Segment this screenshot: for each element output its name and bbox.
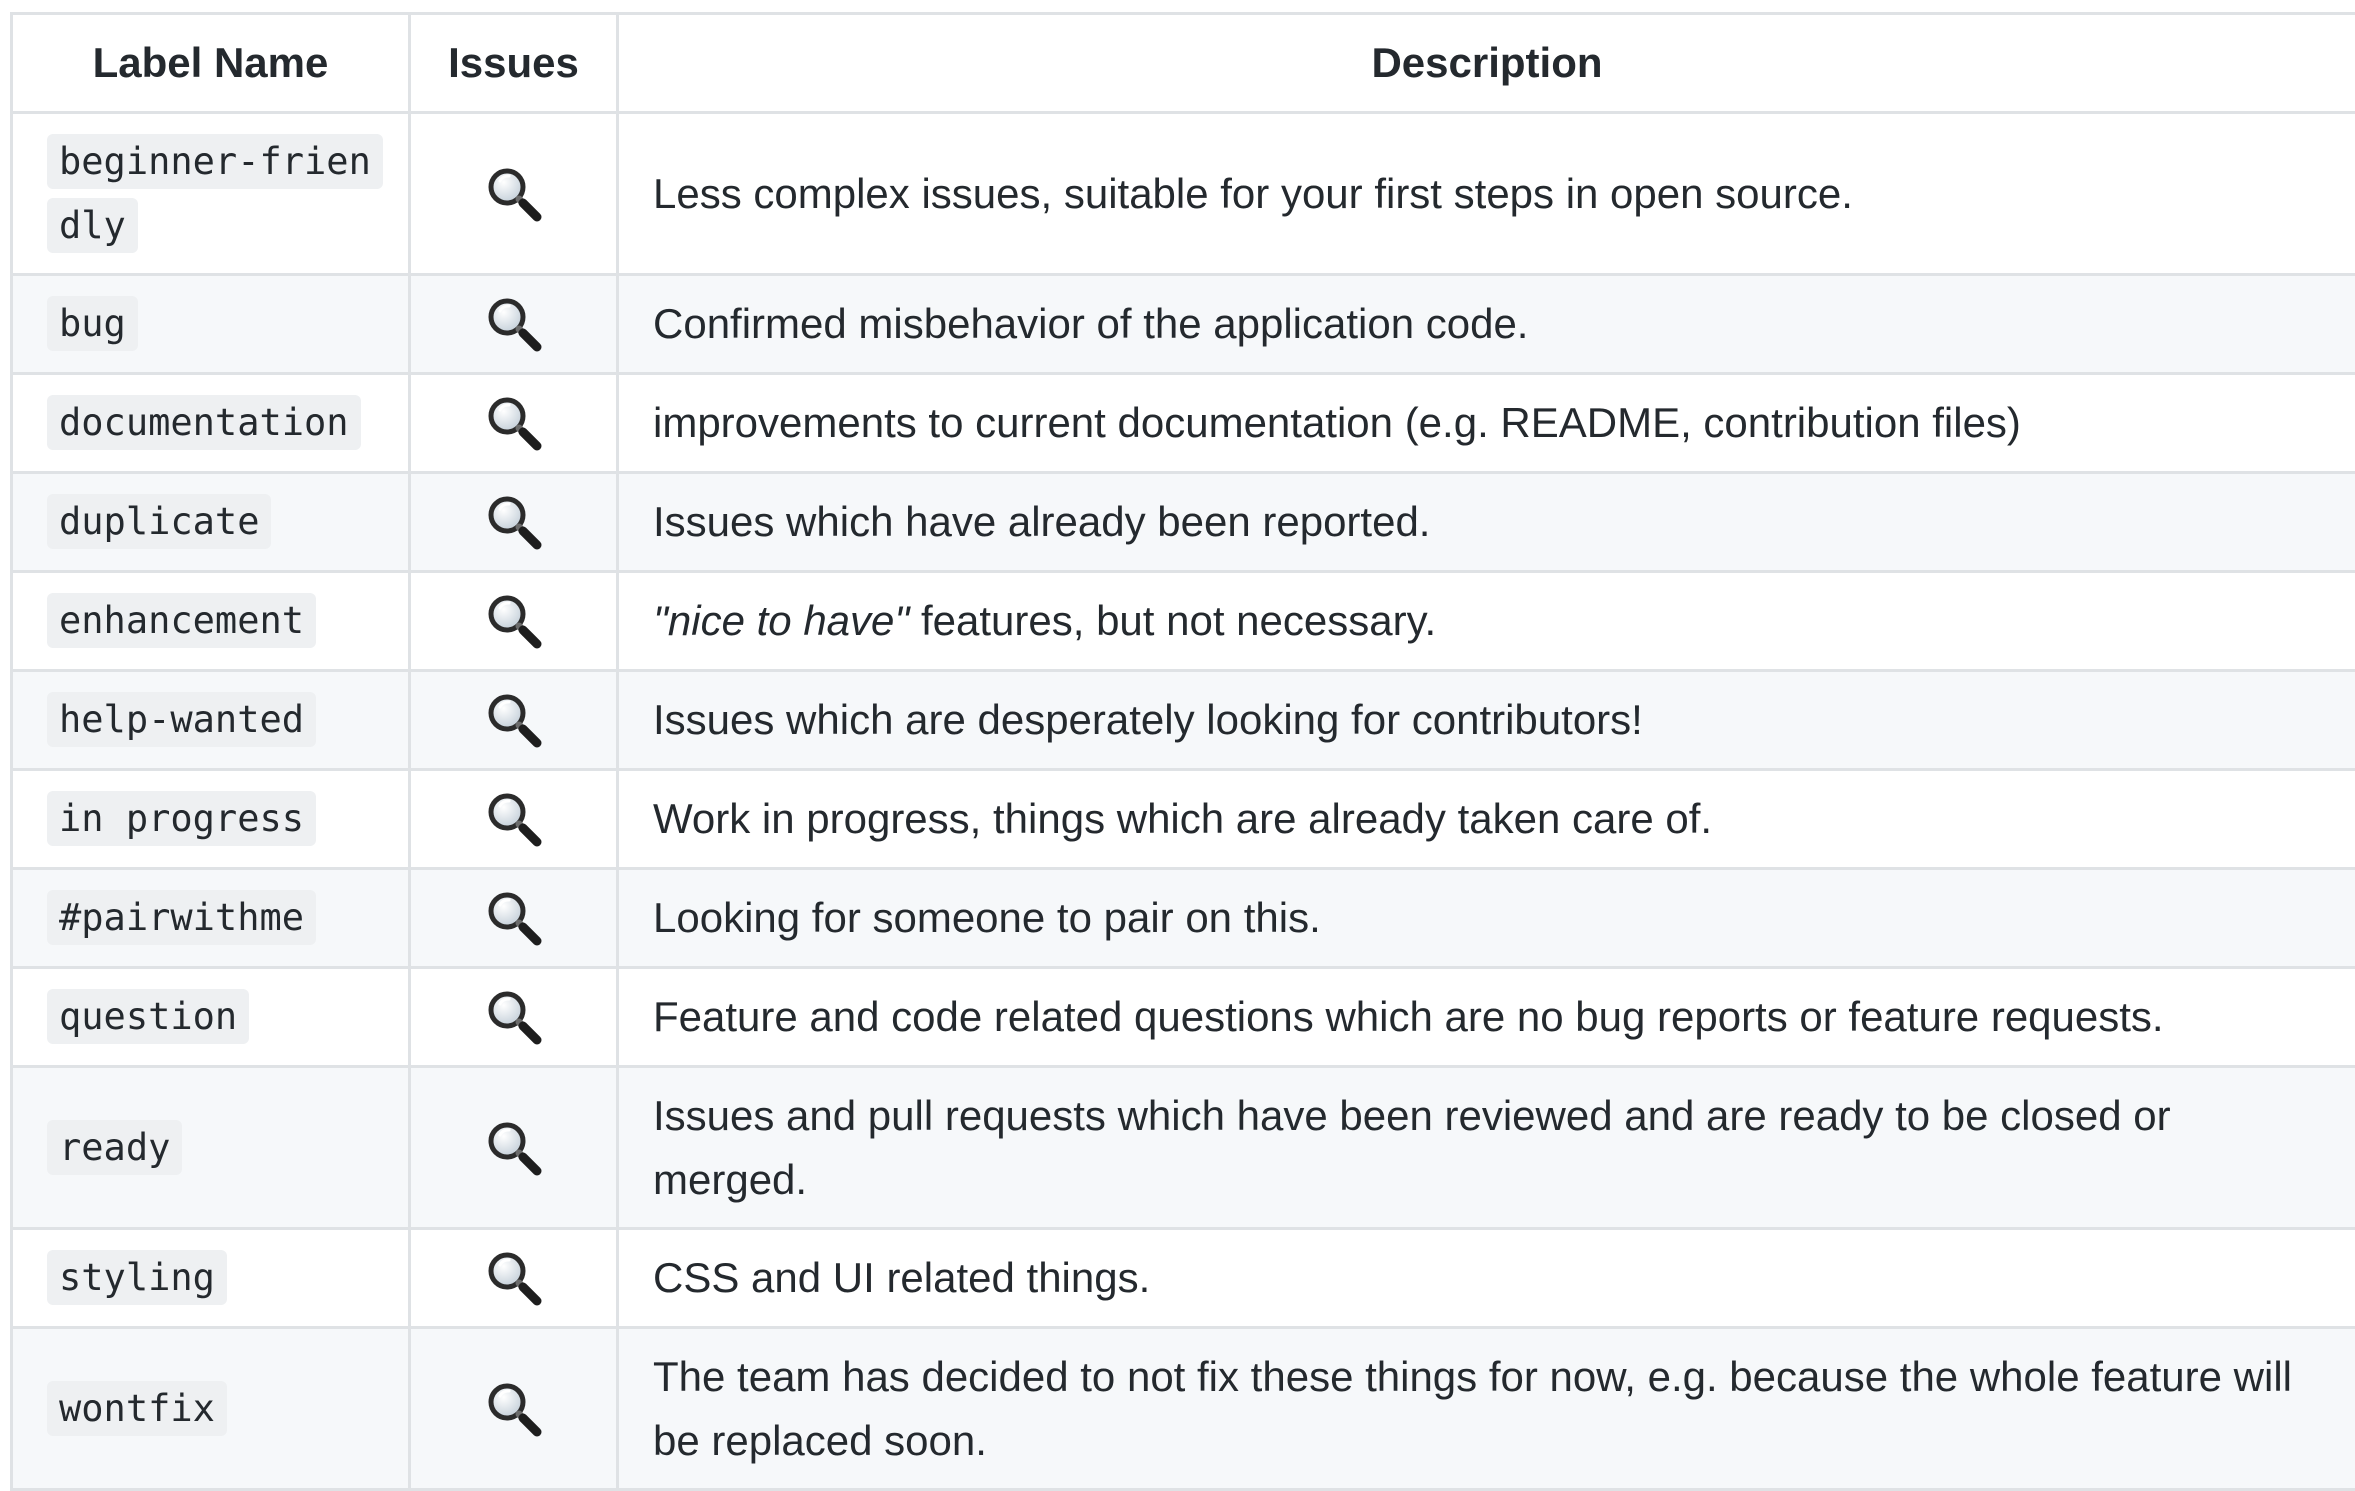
description-text: Work in progress, things which are alrea…	[653, 795, 1712, 842]
description-text: Looking for someone to pair on this.	[653, 894, 1321, 941]
table-row: duplicate Issues which have already been…	[12, 473, 2355, 572]
labels-table: Label Name Issues Description beginner-f…	[10, 12, 2355, 1491]
header-issues: Issues	[410, 14, 618, 113]
magnifying-glass-icon[interactable]	[482, 162, 546, 226]
description-cell: Feature and code related questions which…	[618, 968, 2355, 1067]
label-name-cell: duplicate	[12, 473, 410, 572]
label-code: in progress	[47, 791, 316, 846]
table-row: enhancement "nice to have" features, but…	[12, 572, 2355, 671]
issues-cell	[410, 1067, 618, 1229]
description-cell: CSS and UI related things.	[618, 1229, 2355, 1328]
description-cell: Less complex issues, suitable for your f…	[618, 113, 2355, 275]
description-text: improvements to current documentation (e…	[653, 399, 2021, 446]
table-row: question Feature and code related questi…	[12, 968, 2355, 1067]
label-code: ready	[47, 1120, 182, 1175]
magnifying-glass-icon[interactable]	[482, 787, 546, 851]
description-text: features, but not necessary.	[909, 597, 1436, 644]
description-cell: "nice to have" features, but not necessa…	[618, 572, 2355, 671]
label-code: duplicate	[47, 494, 271, 549]
label-code: documentation	[47, 395, 361, 450]
magnifying-glass-icon[interactable]	[482, 985, 546, 1049]
issues-cell	[410, 1229, 618, 1328]
description-cell: Issues which have already been reported.	[618, 473, 2355, 572]
issues-cell	[410, 770, 618, 869]
header-description: Description	[618, 14, 2355, 113]
table-row: styling CSS and UI related things.	[12, 1229, 2355, 1328]
label-name-cell: help-wanted	[12, 671, 410, 770]
description-text: Issues and pull requests which have been…	[653, 1092, 2171, 1203]
table-row: ready Issues and pull requests which hav…	[12, 1067, 2355, 1229]
issues-cell	[410, 473, 618, 572]
table-header-row: Label Name Issues Description	[12, 14, 2355, 113]
issues-cell	[410, 1328, 618, 1490]
labels-table-container: Label Name Issues Description beginner-f…	[10, 12, 2355, 1491]
issues-cell	[410, 572, 618, 671]
label-code: question	[47, 989, 249, 1044]
issues-cell	[410, 374, 618, 473]
table-row: bug Confirmed misbehavior of the applica…	[12, 275, 2355, 374]
label-name-cell: #pairwithme	[12, 869, 410, 968]
description-cell: Confirmed misbehavior of the application…	[618, 275, 2355, 374]
magnifying-glass-icon[interactable]	[482, 292, 546, 356]
description-cell: Issues and pull requests which have been…	[618, 1067, 2355, 1229]
description-text: Feature and code related questions which…	[653, 993, 2164, 1040]
description-text: CSS and UI related things.	[653, 1254, 1150, 1301]
magnifying-glass-icon[interactable]	[482, 1377, 546, 1441]
description-cell: Work in progress, things which are alrea…	[618, 770, 2355, 869]
description-cell: The team has decided to not fix these th…	[618, 1328, 2355, 1490]
issues-cell	[410, 275, 618, 374]
issues-cell	[410, 869, 618, 968]
label-name-cell: beginner-friendly	[12, 113, 410, 275]
description-cell: Issues which are desperately looking for…	[618, 671, 2355, 770]
issues-cell	[410, 113, 618, 275]
label-name-cell: documentation	[12, 374, 410, 473]
table-row: documentation improvements to current do…	[12, 374, 2355, 473]
description-cell: improvements to current documentation (e…	[618, 374, 2355, 473]
table-row: help-wanted Issues which are desperately…	[12, 671, 2355, 770]
description-cell: Looking for someone to pair on this.	[618, 869, 2355, 968]
description-emphasis: "nice to have"	[653, 597, 909, 644]
label-name-cell: question	[12, 968, 410, 1067]
label-code: styling	[47, 1250, 227, 1305]
table-row: in progress Work in progress, things whi…	[12, 770, 2355, 869]
label-name-cell: wontfix	[12, 1328, 410, 1490]
label-code: wontfix	[47, 1381, 227, 1436]
magnifying-glass-icon[interactable]	[482, 589, 546, 653]
magnifying-glass-icon[interactable]	[482, 886, 546, 950]
magnifying-glass-icon[interactable]	[482, 1116, 546, 1180]
table-row: wontfix The team has decided to not fix …	[12, 1328, 2355, 1490]
table-row: #pairwithme Looking for someone to pair …	[12, 869, 2355, 968]
description-text: Less complex issues, suitable for your f…	[653, 170, 1853, 217]
label-name-cell: in progress	[12, 770, 410, 869]
description-text: Issues which are desperately looking for…	[653, 696, 1643, 743]
header-label-name: Label Name	[12, 14, 410, 113]
magnifying-glass-icon[interactable]	[482, 391, 546, 455]
magnifying-glass-icon[interactable]	[482, 490, 546, 554]
magnifying-glass-icon[interactable]	[482, 1246, 546, 1310]
label-code: beginner-friendly	[47, 134, 383, 253]
label-name-cell: bug	[12, 275, 410, 374]
label-code: enhancement	[47, 593, 316, 648]
label-code: bug	[47, 296, 138, 351]
label-code: #pairwithme	[47, 890, 316, 945]
issues-cell	[410, 671, 618, 770]
label-name-cell: styling	[12, 1229, 410, 1328]
table-row: beginner-friendly Less complex issues, s…	[12, 113, 2355, 275]
label-name-cell: ready	[12, 1067, 410, 1229]
label-code: help-wanted	[47, 692, 316, 747]
description-text: Confirmed misbehavior of the application…	[653, 300, 1528, 347]
magnifying-glass-icon[interactable]	[482, 688, 546, 752]
description-text: Issues which have already been reported.	[653, 498, 1430, 545]
description-text: The team has decided to not fix these th…	[653, 1353, 2292, 1464]
label-name-cell: enhancement	[12, 572, 410, 671]
issues-cell	[410, 968, 618, 1067]
